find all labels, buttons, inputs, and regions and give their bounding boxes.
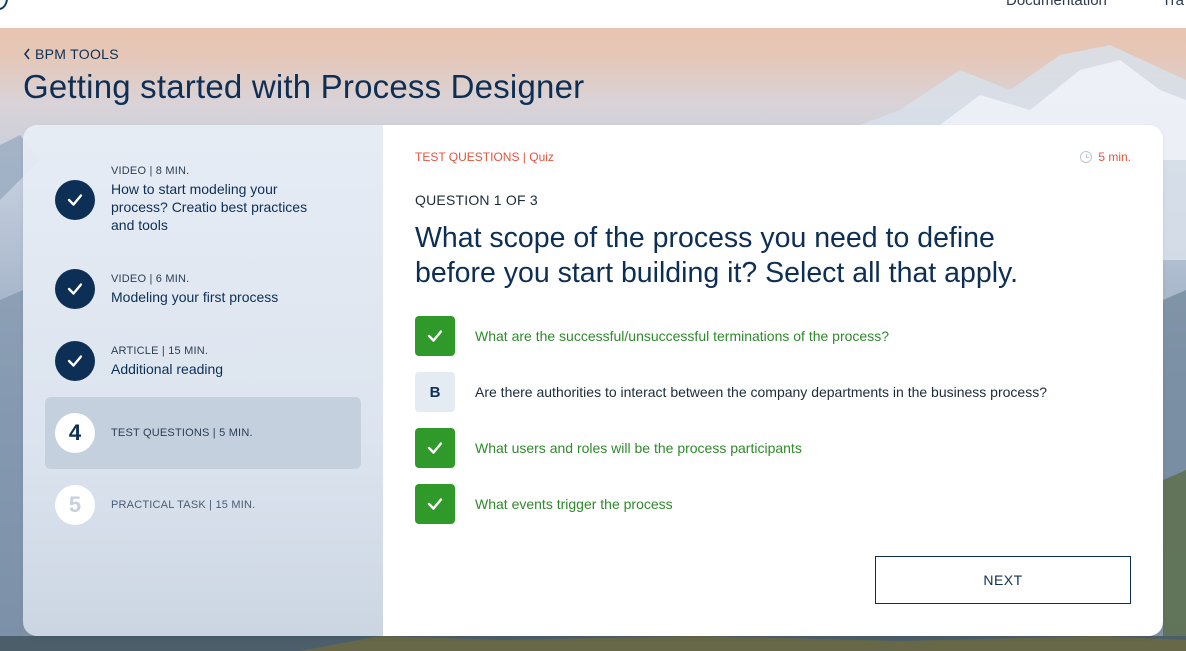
answer-option-d[interactable]: What events trigger the process [415,484,673,524]
step-title-line: and tools [111,217,168,233]
step-text: ARTICLE | 15 MIN. Additional reading [111,345,223,378]
duration-indicator: 5 min. [1080,150,1131,164]
page-title: Getting started with Process Designer [23,68,585,105]
quiz-panel: TEST QUESTIONS | Quiz 5 min. QUESTION 1 … [383,125,1163,636]
step-meta: ARTICLE | 15 MIN. [111,344,209,357]
checkmark-icon [427,498,443,510]
answer-text[interactable]: What events trigger the process [475,496,673,512]
checkmark-icon [67,283,83,295]
step-meta: VIDEO | 6 MIN. [111,272,190,285]
step-number-badge: 4 [55,413,95,453]
clock-icon [1080,151,1093,163]
step-text: TEST QUESTIONS | 5 MIN. [111,427,253,439]
question-line: What scope of the process you need to de… [415,222,995,254]
step-meta: VIDEO | 8 MIN. [111,165,190,177]
answer-text[interactable]: Are there authorities to interact betwee… [475,384,1047,400]
nav-documentation-link[interactable]: Documentation [1006,0,1107,9]
lesson-type-label: TEST QUESTIONS | Quiz [415,150,554,164]
lesson-sidebar: VIDEO | 8 MIN. How to start modeling you… [23,125,383,636]
step-title-line: How to start modeling your [111,181,278,197]
top-navigation-bar: Documentation Tra [0,0,1186,28]
answer-text[interactable]: What are the successful/unsuccessful ter… [475,328,889,344]
answer-checkbox-checked[interactable] [415,428,455,468]
step-complete-badge [55,341,95,381]
answer-text[interactable]: What users and roles will be the process… [475,440,802,456]
step-title-line: Modeling your first process [111,288,279,305]
sidebar-step-2[interactable]: VIDEO | 6 MIN. Modeling your first proce… [45,269,361,309]
duration-text: 5 min. [1098,150,1131,164]
sidebar-step-1[interactable]: VIDEO | 8 MIN. How to start modeling you… [45,165,361,234]
answer-checkbox-checked[interactable] [415,484,455,524]
question-counter: QUESTION 1 OF 3 [415,192,538,208]
step-text: PRACTICAL TASK | 15 MIN. [111,499,255,511]
step-number-badge: 5 [55,485,95,525]
sidebar-step-3[interactable]: ARTICLE | 15 MIN. Additional reading [45,341,361,381]
step-title-line: Additional reading [111,360,224,377]
breadcrumb[interactable]: BPM TOOLS [23,46,119,62]
next-button[interactable]: NEXT [875,556,1131,604]
step-complete-badge [55,179,95,220]
answer-option-c[interactable]: What users and roles will be the process… [415,428,802,468]
answer-letter-badge[interactable]: B [415,372,455,412]
question-line: before you start building it? Select all… [415,257,1019,289]
step-text: VIDEO | 8 MIN. How to start modeling you… [111,165,307,234]
logo-icon[interactable] [0,0,8,10]
course-card: VIDEO | 8 MIN. How to start modeling you… [23,125,1163,636]
checkmark-icon [427,442,443,454]
checkmark-icon [427,330,443,342]
question-text: What scope of the process you need to de… [415,221,1135,291]
sidebar-step-5[interactable]: 5 PRACTICAL TASK | 15 MIN. [45,485,361,525]
step-complete-badge [55,269,95,309]
chevron-left-icon [24,48,30,60]
answer-option-a[interactable]: What are the successful/unsuccessful ter… [415,316,889,356]
answer-option-b[interactable]: B Are there authorities to interact betw… [415,372,1047,412]
breadcrumb-label[interactable]: BPM TOOLS [35,46,119,62]
sidebar-step-4-active[interactable]: 4 TEST QUESTIONS | 5 MIN. [45,397,361,469]
checkmark-icon [67,193,83,206]
step-meta: TEST QUESTIONS | 5 MIN. [111,427,253,439]
nav-training-link[interactable]: Tra [1162,0,1184,9]
step-text: VIDEO | 6 MIN. Modeling your first proce… [111,273,278,306]
answer-checkbox-checked[interactable] [415,316,455,356]
step-meta: PRACTICAL TASK | 15 MIN. [111,499,256,511]
step-title-line: process? Creatio best practices [111,199,308,215]
checkmark-icon [67,355,83,367]
